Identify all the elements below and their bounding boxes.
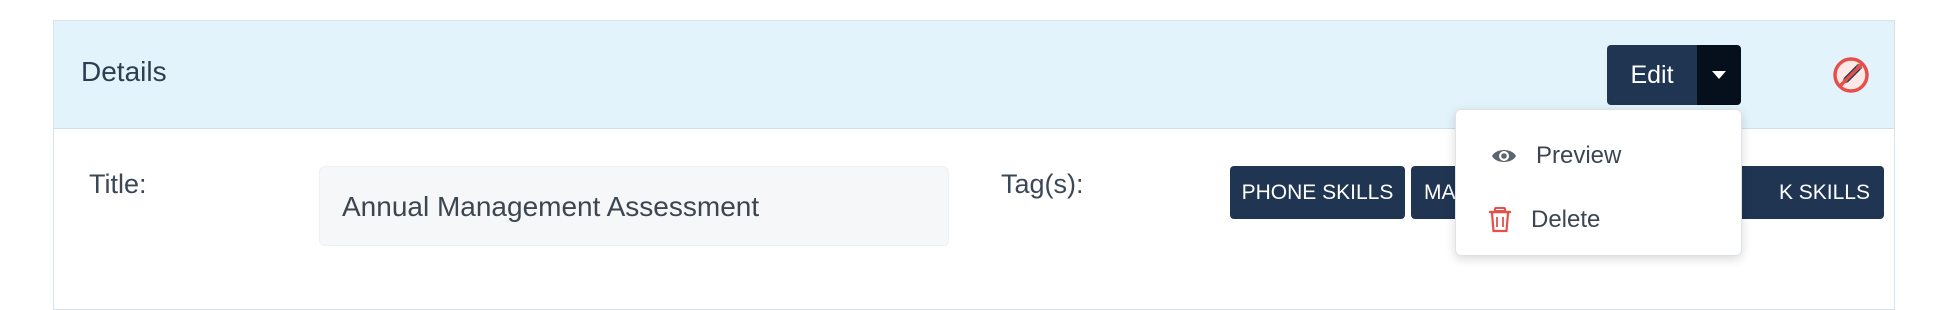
tags-label: Tag(s): — [1001, 169, 1084, 199]
menu-item-preview[interactable]: Preview — [1456, 128, 1741, 184]
caret-down-icon — [1712, 71, 1726, 79]
menu-item-delete[interactable]: Delete — [1456, 192, 1741, 248]
tag-phone-skills[interactable]: PHONE SKILLS — [1230, 166, 1405, 219]
no-edit-icon[interactable] — [1831, 55, 1871, 95]
panel-title: Details — [81, 56, 167, 87]
menu-label-preview: Preview — [1536, 142, 1622, 169]
edit-button[interactable]: Edit — [1607, 45, 1697, 105]
eye-icon — [1492, 150, 1516, 162]
trash-icon — [1488, 207, 1512, 233]
menu-label-delete: Delete — [1531, 206, 1601, 233]
edit-dropdown-menu: Preview Delete — [1455, 109, 1742, 256]
title-field[interactable]: Annual Management Assessment — [319, 166, 949, 246]
edit-dropdown-toggle[interactable] — [1697, 45, 1741, 105]
edit-split-button: Edit — [1607, 45, 1741, 105]
tag-k-skills[interactable]: K SKILLS — [1724, 166, 1884, 219]
title-label: Title: — [89, 169, 147, 199]
